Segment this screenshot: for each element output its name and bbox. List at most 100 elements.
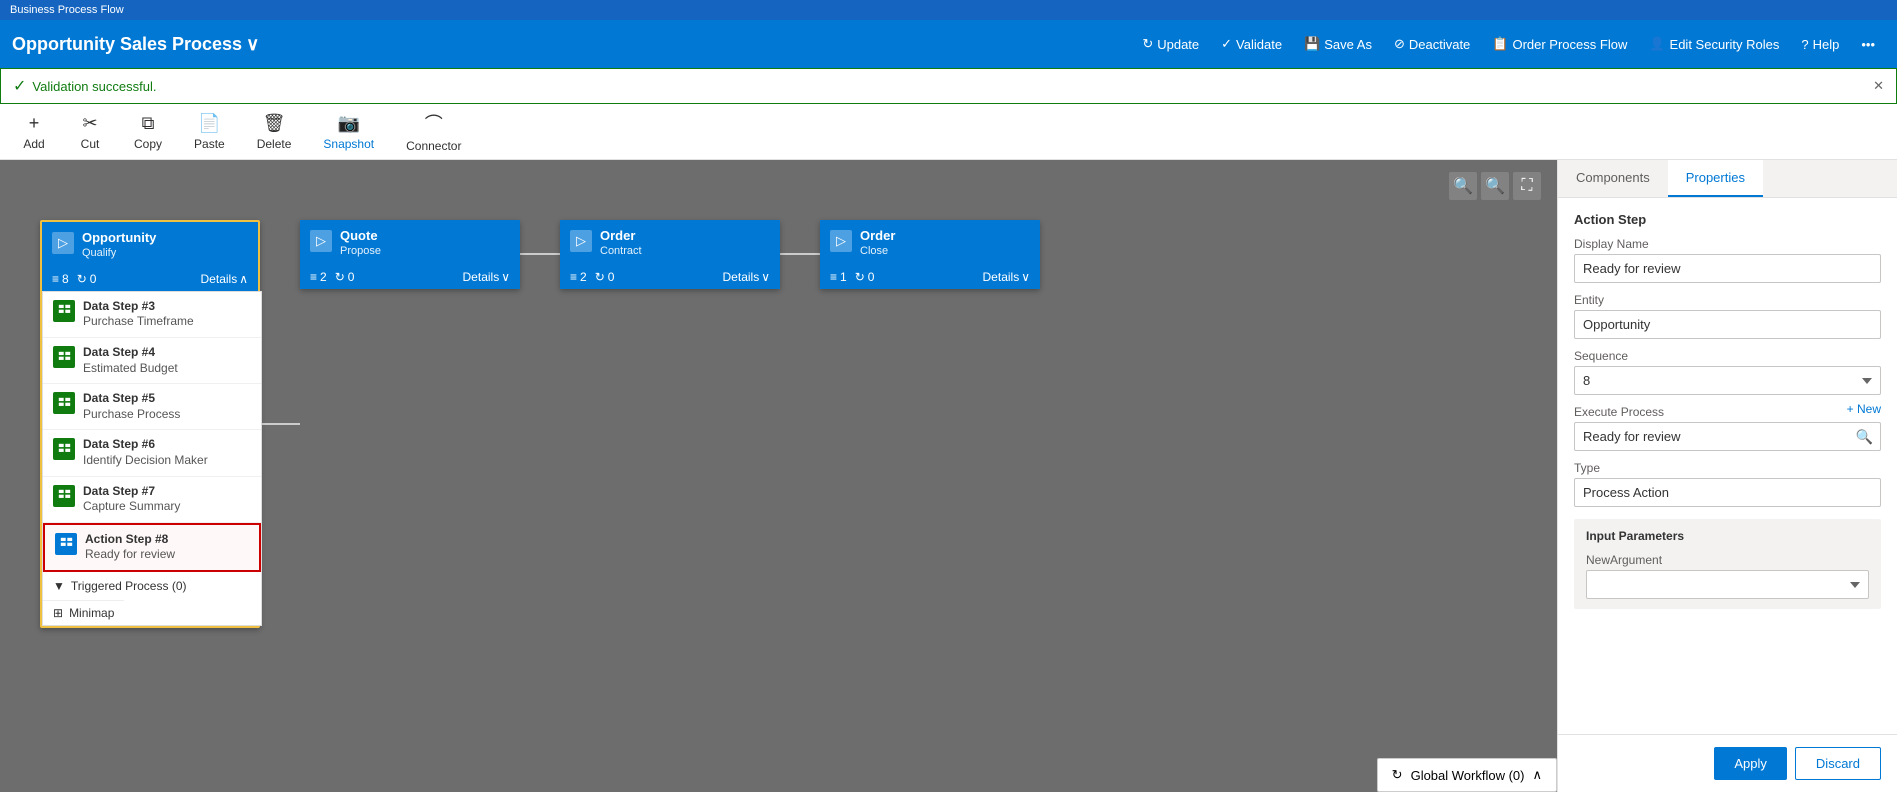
tab-properties[interactable]: Properties <box>1668 160 1763 197</box>
validate-button[interactable]: ✓ Validate <box>1211 30 1292 58</box>
stages-container: ▷ Opportunity Qualify ≡ 8 ↻ 0 <box>0 160 1557 648</box>
deactivate-button[interactable]: ⊘ Deactivate <box>1384 30 1480 58</box>
stage-wrapper-4: ▷ Order Close ≡ 1 ↻ 0 <box>820 220 1040 289</box>
stage-icon-2: ▷ <box>310 230 332 252</box>
connector-line-3 <box>780 253 820 255</box>
step-item-6[interactable]: Data Step #6 Identify Decision Maker <box>43 430 261 476</box>
input-params-section: Input Parameters NewArgument <box>1574 519 1881 609</box>
step-item-8[interactable]: Action Step #8 Ready for review <box>43 523 261 572</box>
stage-conditions-1: ↻ 0 <box>77 272 97 286</box>
stage-title-2: Quote <box>340 228 381 245</box>
step-label-7: Data Step #7 <box>83 484 180 500</box>
help-button[interactable]: ? Help <box>1791 31 1849 58</box>
steps-icon-2: ≡ <box>310 270 317 284</box>
stage-wrapper-3: ▷ Order Contract ≡ 2 ↻ 0 <box>560 220 820 289</box>
step-name-6: Identify Decision Maker <box>83 453 208 469</box>
top-bar: Business Process Flow <box>0 0 1897 20</box>
order-process-flow-button[interactable]: 📋 Order Process Flow <box>1482 30 1637 58</box>
chevron-down-icon[interactable]: ∨ <box>246 34 259 55</box>
cut-button[interactable]: ✂ Cut <box>64 107 116 157</box>
snapshot-button[interactable]: 📷 Snapshot <box>309 107 388 157</box>
stage-subtitle-4: Close <box>860 245 895 257</box>
execute-process-input[interactable] <box>1574 422 1881 451</box>
display-name-label: Display Name <box>1574 237 1881 251</box>
stage-order-contract[interactable]: ▷ Order Contract ≡ 2 ↻ 0 <box>560 220 780 289</box>
execute-process-field: 🔍 <box>1574 422 1881 451</box>
new-argument-select[interactable] <box>1586 570 1869 599</box>
step-label-8: Action Step #8 <box>85 532 175 548</box>
more-button[interactable]: ••• <box>1851 31 1885 58</box>
paste-button[interactable]: 📄 Paste <box>180 107 239 157</box>
details-button-2[interactable]: Details ∨ <box>463 270 510 284</box>
header: Opportunity Sales Process ∨ ↻ Update ✓ V… <box>0 20 1897 68</box>
data-step-icon-4 <box>53 346 75 368</box>
details-button-4[interactable]: Details ∨ <box>983 270 1030 284</box>
copy-button[interactable]: ⧉ Copy <box>120 107 176 157</box>
stage-icon-3: ▷ <box>570 230 592 252</box>
stage-subtitle-1: Qualify <box>82 247 156 259</box>
stage-order-close[interactable]: ▷ Order Close ≡ 1 ↻ 0 <box>820 220 1040 289</box>
step-item-7[interactable]: Data Step #7 Capture Summary <box>43 477 261 523</box>
new-link[interactable]: + New <box>1847 402 1881 416</box>
panel-content: Action Step Display Name Entity Sequence… <box>1558 198 1897 734</box>
global-workflow-label: Global Workflow (0) <box>1411 768 1525 783</box>
copy-icon: ⧉ <box>142 113 155 134</box>
stage-title-1: Opportunity <box>82 230 156 247</box>
connector-icon: ⌒ <box>425 110 443 136</box>
stage-count-2: ≡ 2 <box>310 270 327 284</box>
save-as-button[interactable]: 💾 Save As <box>1294 30 1382 58</box>
stage-header-1: ▷ Opportunity Qualify <box>42 222 258 267</box>
details-chevron-4: ∨ <box>1021 270 1030 284</box>
display-name-input[interactable] <box>1574 254 1881 283</box>
step-item-5[interactable]: Data Step #5 Purchase Process <box>43 384 261 430</box>
stage-opportunity-qualify[interactable]: ▷ Opportunity Qualify ≡ 8 ↻ 0 <box>40 220 260 628</box>
header-title-group: Opportunity Sales Process ∨ <box>12 34 259 55</box>
details-button-3[interactable]: Details ∨ <box>723 270 770 284</box>
step-item-4[interactable]: Data Step #4 Estimated Budget <box>43 338 261 384</box>
conditions-icon-3: ↻ <box>595 270 605 284</box>
search-icon[interactable]: 🔍 <box>1856 428 1873 445</box>
stage-count-3: ≡ 2 <box>570 270 587 284</box>
step-item-3[interactable]: Data Step #3 Purchase Timeframe <box>43 292 261 338</box>
execute-process-row: Execute Process + New <box>1574 395 1881 422</box>
details-chevron-3: ∨ <box>761 270 770 284</box>
flow-canvas[interactable]: 🔍 🔍 ⛶ ▷ Opportunity Qualify <box>0 160 1557 792</box>
stage-title-3: Order <box>600 228 642 245</box>
data-step-icon-5 <box>53 392 75 414</box>
apply-button[interactable]: Apply <box>1714 747 1787 780</box>
edit-security-roles-button[interactable]: 👤 Edit Security Roles <box>1639 30 1789 58</box>
stage-quote-propose[interactable]: ▷ Quote Propose ≡ 2 ↻ 0 <box>300 220 520 289</box>
save-icon: 💾 <box>1304 36 1320 52</box>
type-input[interactable] <box>1574 478 1881 507</box>
global-workflow[interactable]: ↻ Global Workflow (0) ∧ <box>1377 758 1557 792</box>
execute-process-label: Execute Process <box>1574 405 1664 419</box>
step-label-3: Data Step #3 <box>83 299 194 315</box>
stage-header-4: ▷ Order Close <box>820 220 1040 265</box>
stage-conditions-2: ↻ 0 <box>335 270 355 284</box>
conditions-icon-4: ↻ <box>855 270 865 284</box>
validation-close-button[interactable]: ✕ <box>1873 78 1884 94</box>
tab-components[interactable]: Components <box>1558 160 1668 197</box>
help-icon: ? <box>1801 37 1808 52</box>
connector-button[interactable]: ⌒ Connector <box>392 104 475 159</box>
sequence-select[interactable]: 8 <box>1574 366 1881 395</box>
right-panel: Components Properties Action Step Displa… <box>1557 160 1897 792</box>
delete-button[interactable]: 🗑 Delete <box>243 107 306 157</box>
minimap-label: Minimap <box>69 606 114 620</box>
entity-input[interactable] <box>1574 310 1881 339</box>
step-name-3: Purchase Timeframe <box>83 314 194 330</box>
details-button-1[interactable]: Details ∧ <box>201 272 248 286</box>
update-icon: ↻ <box>1142 36 1153 52</box>
discard-button[interactable]: Discard <box>1795 747 1881 780</box>
stage-conditions-3: ↻ 0 <box>595 270 615 284</box>
add-button[interactable]: + Add <box>8 107 60 157</box>
order-process-flow-icon: 📋 <box>1492 36 1508 52</box>
minimap-button[interactable]: ⊞ Minimap <box>43 600 124 625</box>
update-button[interactable]: ↻ Update <box>1132 30 1209 58</box>
toolbar: + Add ✂ Cut ⧉ Copy 📄 Paste 🗑 Delete 📷 Sn… <box>0 104 1897 160</box>
stage-wrapper-1: ▷ Opportunity Qualify ≡ 8 ↻ 0 <box>40 220 300 628</box>
validation-icon: ✓ <box>13 76 26 96</box>
stage-wrapper-2: ▷ Quote Propose ≡ 2 ↻ 0 <box>300 220 560 289</box>
step-name-7: Capture Summary <box>83 499 180 515</box>
input-params-title: Input Parameters <box>1586 529 1869 543</box>
